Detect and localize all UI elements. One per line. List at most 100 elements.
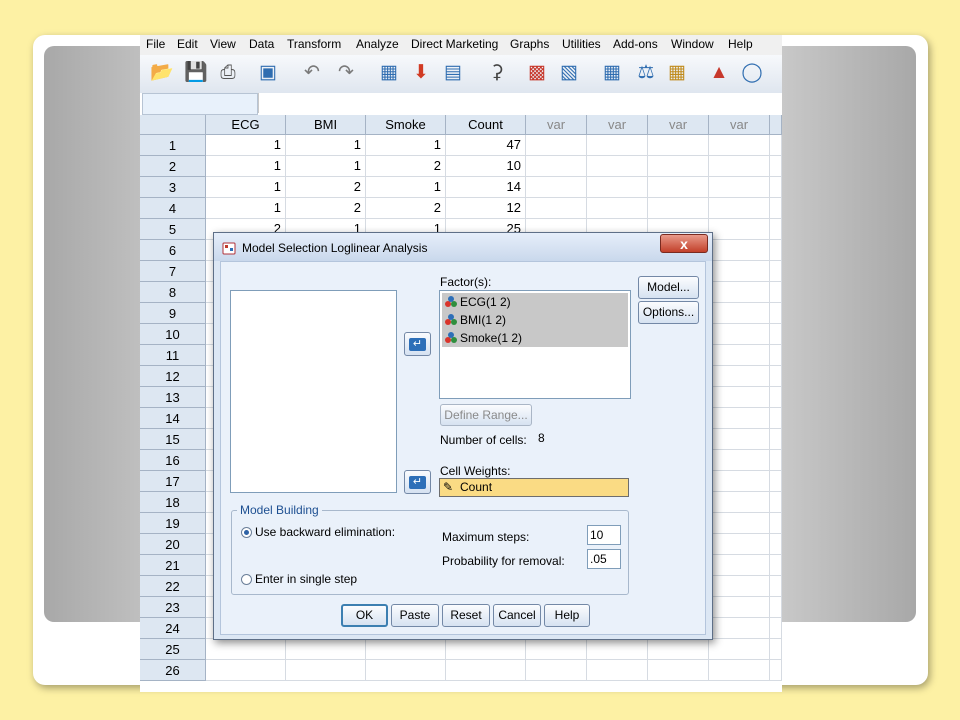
grid-cell[interactable]: 1: [366, 135, 446, 156]
save-icon[interactable]: 💾: [184, 61, 208, 85]
reset-button[interactable]: Reset: [442, 604, 490, 627]
grid-cell[interactable]: [709, 303, 770, 324]
menu-window[interactable]: Window: [671, 37, 714, 51]
column-header-count[interactable]: Count: [446, 115, 526, 135]
grid-cell[interactable]: [709, 156, 770, 177]
paste-button[interactable]: Paste: [391, 604, 439, 627]
menu-edit[interactable]: Edit: [177, 37, 198, 51]
backward-elimination-label[interactable]: Use backward elimination:: [255, 525, 395, 539]
use-sets-icon[interactable]: ◯: [740, 61, 764, 85]
insert-variable-icon[interactable]: ▧: [557, 61, 581, 85]
grid-cell[interactable]: [709, 240, 770, 261]
weight-cases-icon[interactable]: ⚖: [634, 61, 658, 85]
grid-cell[interactable]: [770, 282, 782, 303]
grid-cell[interactable]: [709, 282, 770, 303]
grid-cell[interactable]: [709, 492, 770, 513]
cancel-button[interactable]: Cancel: [493, 604, 541, 627]
row-header[interactable]: 5: [140, 219, 206, 240]
menu-utilities[interactable]: Utilities: [562, 37, 601, 51]
grid-cell[interactable]: [709, 177, 770, 198]
grid-cell[interactable]: [587, 135, 648, 156]
grid-corner[interactable]: [140, 115, 206, 135]
grid-cell[interactable]: 2: [366, 156, 446, 177]
grid-cell[interactable]: [770, 618, 782, 639]
undo-icon[interactable]: ↶: [300, 61, 324, 85]
cell-content-field[interactable]: [258, 93, 781, 113]
grid-cell[interactable]: [770, 576, 782, 597]
grid-cell[interactable]: [648, 156, 709, 177]
grid-cell[interactable]: [206, 639, 286, 660]
row-header[interactable]: 12: [140, 366, 206, 387]
grid-cell[interactable]: 10: [446, 156, 526, 177]
grid-cell[interactable]: [709, 513, 770, 534]
grid-cell[interactable]: 2: [286, 177, 366, 198]
grid-cell[interactable]: [526, 135, 587, 156]
grid-cell[interactable]: [526, 198, 587, 219]
grid-cell[interactable]: [770, 240, 782, 261]
row-header[interactable]: 8: [140, 282, 206, 303]
menu-analyze[interactable]: Analyze: [356, 37, 399, 51]
grid-cell[interactable]: [770, 198, 782, 219]
open-icon[interactable]: 📂: [150, 61, 174, 85]
grid-cell[interactable]: [648, 135, 709, 156]
grid-cell[interactable]: [709, 135, 770, 156]
grid-cell[interactable]: [709, 345, 770, 366]
options-button[interactable]: Options...: [638, 301, 699, 324]
select-cases-icon[interactable]: ▦: [665, 61, 689, 85]
grid-cell[interactable]: [770, 450, 782, 471]
grid-cell[interactable]: [770, 345, 782, 366]
row-header[interactable]: 4: [140, 198, 206, 219]
grid-cell[interactable]: [770, 660, 782, 681]
row-header[interactable]: 9: [140, 303, 206, 324]
grid-cell[interactable]: [770, 387, 782, 408]
row-header[interactable]: 21: [140, 555, 206, 576]
column-header-ecg[interactable]: ECG: [206, 115, 286, 135]
row-header[interactable]: 17: [140, 471, 206, 492]
grid-cell[interactable]: [770, 471, 782, 492]
backward-elimination-radio[interactable]: [241, 527, 252, 538]
grid-cell[interactable]: [709, 324, 770, 345]
grid-cell[interactable]: [770, 513, 782, 534]
model-button[interactable]: Model...: [638, 276, 699, 299]
grid-cell[interactable]: [709, 660, 770, 681]
grid-cell[interactable]: [709, 450, 770, 471]
grid-cell[interactable]: [648, 660, 709, 681]
grid-cell[interactable]: [770, 597, 782, 618]
menu-addons[interactable]: Add-ons: [613, 37, 658, 51]
close-button[interactable]: x: [660, 234, 708, 253]
grid-cell[interactable]: [770, 408, 782, 429]
row-header[interactable]: 24: [140, 618, 206, 639]
dialog-titlebar[interactable]: Model Selection Loglinear Analysis x: [214, 233, 712, 261]
grid-cell[interactable]: [770, 156, 782, 177]
menu-file[interactable]: File: [146, 37, 165, 51]
grid-cell[interactable]: [587, 177, 648, 198]
probability-removal-input[interactable]: .05: [587, 549, 621, 569]
grid-cell[interactable]: 47: [446, 135, 526, 156]
factor-item-smoke[interactable]: Smoke(1 2): [442, 329, 628, 347]
grid-cell[interactable]: [770, 534, 782, 555]
grid-cell[interactable]: [709, 366, 770, 387]
grid-cell[interactable]: [770, 135, 782, 156]
grid-cell[interactable]: [587, 198, 648, 219]
column-header-smoke[interactable]: Smoke: [366, 115, 446, 135]
grid-cell[interactable]: [587, 639, 648, 660]
grid-cell[interactable]: [648, 177, 709, 198]
column-header-bmi[interactable]: BMI: [286, 115, 366, 135]
grid-cell[interactable]: [770, 177, 782, 198]
define-range-button[interactable]: Define Range...: [440, 404, 532, 426]
menu-view[interactable]: View: [210, 37, 236, 51]
grid-cell[interactable]: [770, 324, 782, 345]
grid-cell[interactable]: [366, 639, 446, 660]
grid-cell[interactable]: [648, 639, 709, 660]
row-header[interactable]: 22: [140, 576, 206, 597]
grid-cell[interactable]: [770, 219, 782, 240]
grid-cell[interactable]: [709, 429, 770, 450]
find-icon[interactable]: ⚳: [485, 61, 509, 85]
grid-cell[interactable]: [446, 660, 526, 681]
cell-weights-field[interactable]: ✎ Count: [439, 478, 629, 497]
grid-cell[interactable]: 1: [206, 156, 286, 177]
recall-dialog-icon[interactable]: ▣: [256, 61, 280, 85]
row-header[interactable]: 18: [140, 492, 206, 513]
row-header[interactable]: 15: [140, 429, 206, 450]
grid-cell[interactable]: [526, 639, 587, 660]
